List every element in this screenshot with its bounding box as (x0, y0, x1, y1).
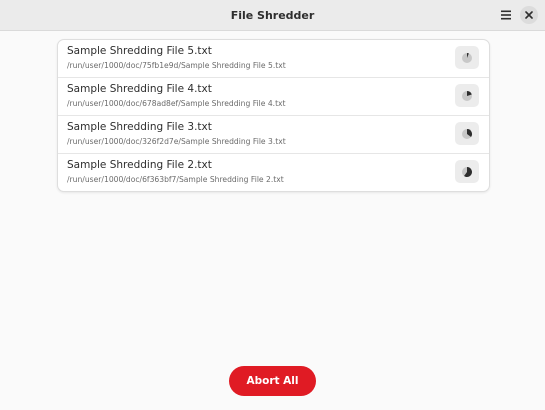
hamburger-menu-icon (501, 10, 511, 20)
main-menu-button[interactable] (497, 6, 515, 24)
file-row: Sample Shredding File 3.txt /run/user/10… (58, 116, 489, 154)
abort-all-button[interactable]: Abort All (229, 366, 316, 396)
file-path: /run/user/1000/doc/326f2d7e/Sample Shred… (67, 137, 286, 146)
header-bar: File Shredder (0, 0, 545, 31)
file-name: Sample Shredding File 5.txt (67, 45, 212, 57)
progress-pie-icon (462, 90, 472, 101)
window-title: File Shredder (230, 8, 315, 22)
file-row: Sample Shredding File 4.txt /run/user/10… (58, 78, 489, 116)
progress-button[interactable] (455, 84, 479, 107)
close-icon (525, 11, 533, 19)
file-path: /run/user/1000/doc/678ad8ef/Sample Shred… (67, 99, 286, 108)
file-path: /run/user/1000/doc/6f363bf7/Sample Shred… (67, 175, 284, 184)
progress-pie-icon (462, 52, 472, 63)
file-name: Sample Shredding File 4.txt (67, 83, 212, 95)
progress-pie-icon (462, 128, 473, 139)
progress-button[interactable] (455, 122, 479, 145)
file-name: Sample Shredding File 3.txt (67, 121, 212, 133)
progress-button[interactable] (455, 46, 479, 69)
file-row: Sample Shredding File 2.txt /run/user/10… (58, 154, 489, 191)
progress-button[interactable] (455, 160, 479, 183)
close-button[interactable] (520, 6, 538, 24)
file-list: Sample Shredding File 5.txt /run/user/10… (57, 39, 490, 192)
progress-pie-icon (462, 166, 472, 177)
file-row: Sample Shredding File 5.txt /run/user/10… (58, 40, 489, 78)
file-name: Sample Shredding File 2.txt (67, 159, 212, 171)
file-path: /run/user/1000/doc/75fb1e9d/Sample Shred… (67, 61, 286, 70)
